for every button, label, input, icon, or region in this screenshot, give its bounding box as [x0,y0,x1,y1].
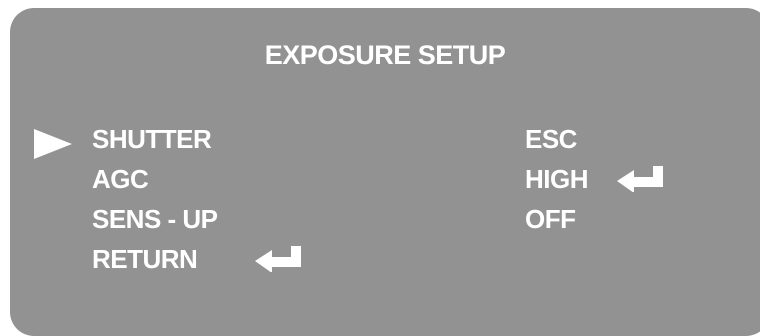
menu-value-agc[interactable]: HIGH [525,162,589,196]
selection-arrow-icon [34,129,72,159]
menu-value-sens-up[interactable]: OFF [525,202,576,236]
menu-item-return[interactable]: RETURN [92,242,198,276]
menu-value-shutter[interactable]: ESC [525,122,577,156]
menu-item-agc[interactable]: AGC [92,162,149,196]
menu-item-shutter[interactable]: SHUTTER [92,122,212,156]
osd-menu-panel: EXPOSURE SETUP SHUTTER ESC AGC HIGH SENS… [10,8,760,336]
enter-return-icon[interactable] [617,166,667,192]
menu-item-sens-up[interactable]: SENS - UP [92,202,218,236]
enter-return-icon[interactable] [255,246,305,272]
menu-title: EXPOSURE SETUP [264,40,506,70]
